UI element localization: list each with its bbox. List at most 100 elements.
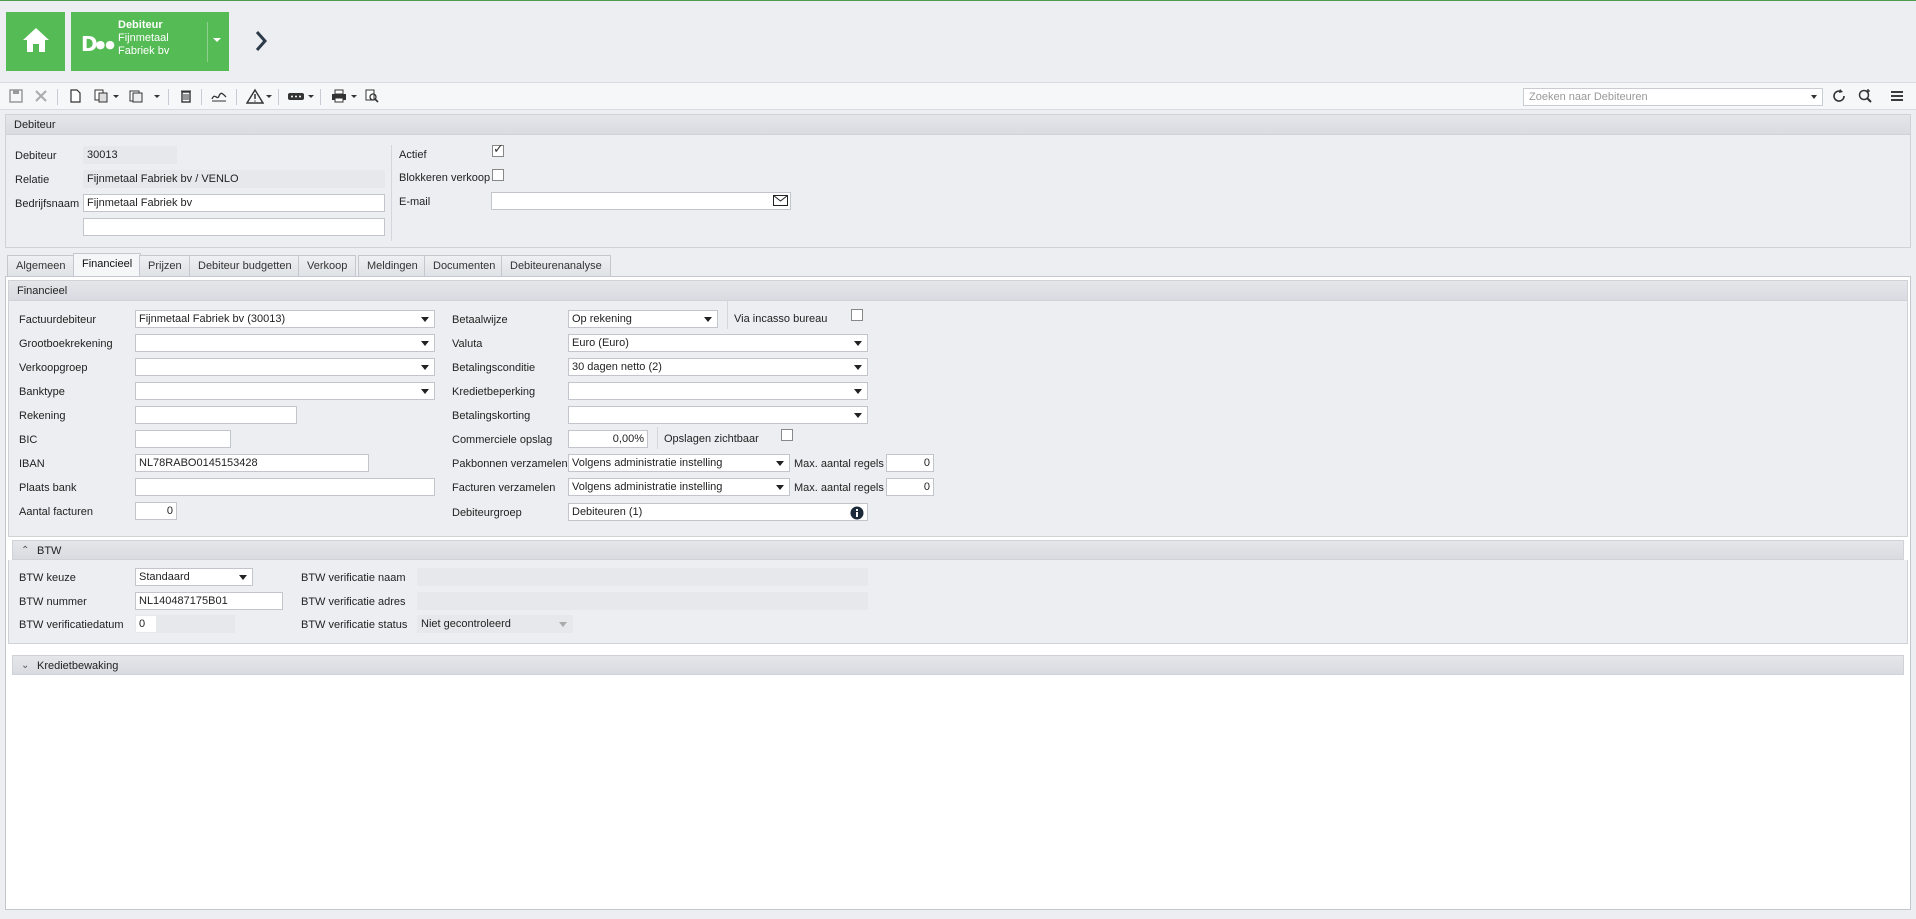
more-options-icon[interactable] (287, 88, 304, 105)
btw-nummer-input[interactable]: NL140487175B01 (135, 592, 283, 610)
new-document-icon[interactable] (67, 88, 84, 105)
banktype-label: Banktype (19, 386, 65, 398)
refresh-icon[interactable] (1831, 88, 1848, 105)
betaalwijze-select[interactable]: Op rekening (568, 310, 718, 328)
btw-verificatie-naam-label: BTW verificatie naam (301, 572, 406, 584)
print-icon[interactable] (330, 88, 347, 105)
via-incasso-checkbox[interactable] (851, 309, 863, 321)
home-button[interactable] (6, 12, 65, 71)
betalingsconditie-select[interactable]: 30 dagen netto (2) (568, 358, 868, 376)
betaalwijze-label: Betaalwijze (452, 314, 508, 326)
iban-input[interactable]: NL78RABO0145153428 (135, 454, 369, 472)
zoom-in-search-icon[interactable] (1857, 88, 1874, 105)
relatie-field[interactable]: Fijnmetaal Fabriek bv / VENLO (83, 170, 385, 188)
email-input[interactable] (491, 192, 791, 210)
commerciele-opslag-label: Commerciele opslag (452, 434, 553, 446)
relatie-label: Relatie (15, 174, 50, 186)
tab-algemeen[interactable]: Algemeen (7, 255, 75, 276)
financieel-panel: Financieel Factuurdebiteur Fijnmetaal Fa… (8, 280, 1908, 537)
bic-label: BIC (19, 434, 38, 446)
tab-content: Financieel Factuurdebiteur Fijnmetaal Fa… (5, 276, 1911, 910)
tab-verkoop[interactable]: Verkoop (298, 255, 357, 276)
bic-input[interactable] (135, 430, 231, 448)
signature-icon[interactable] (210, 88, 227, 105)
btw-verificatie-status-select: Niet gecontroleerd (417, 615, 573, 633)
plaats-bank-label: Plaats bank (19, 482, 77, 494)
chevron-down-icon[interactable] (1811, 95, 1817, 99)
tab-financieel[interactable]: Financieel (73, 253, 142, 276)
pakbonnen-verzamelen-label: Pakbonnen verzamelen (452, 458, 568, 470)
financieel-panel-title: Financieel (9, 281, 1907, 301)
rekening-label: Rekening (19, 410, 66, 422)
discard-icon[interactable] (33, 88, 50, 105)
verkoopgroep-label: Verkoopgroep (19, 362, 88, 374)
tab-meldingen[interactable]: Meldingen (358, 255, 427, 276)
chevron-down-icon[interactable] (213, 38, 221, 42)
tab-prijzen[interactable]: Prijzen (139, 255, 191, 276)
plaats-bank-input[interactable] (135, 478, 435, 496)
btw-verificatie-naam-field (417, 568, 868, 586)
btw-section-header[interactable]: ⌃ BTW (12, 540, 1904, 560)
chevron-right-icon[interactable] (254, 30, 268, 55)
tab-debiteur-budgetten[interactable]: Debiteur budgetten (189, 255, 301, 276)
btw-verificatie-adres-label: BTW verificatie adres (301, 596, 406, 608)
betalingskorting-select[interactable] (568, 406, 868, 424)
kredietbewaking-section-header[interactable]: ⌄ Kredietbewaking (12, 655, 1904, 675)
valuta-label: Valuta (452, 338, 483, 350)
top-bar: D●● Debiteur Fijnmetaal Fabriek bv (0, 0, 1916, 82)
facturen-verzamelen-select[interactable]: Volgens administratie instelling (568, 478, 790, 496)
betalingskorting-label: Betalingskorting (452, 410, 531, 422)
debiteurgroep-select[interactable]: Debiteuren (1) (568, 503, 868, 521)
search-input[interactable]: Zoeken naar Debiteuren (1523, 88, 1823, 106)
factuurdebiteur-select[interactable]: Fijnmetaal Fabriek bv (30013) (135, 310, 435, 328)
betalingsconditie-label: Betalingsconditie (452, 362, 536, 374)
btw-verificatiedatum-label: BTW verificatiedatum (19, 619, 124, 631)
bedrijfsnaam-input[interactable]: Fijnmetaal Fabriek bv (83, 194, 385, 212)
actief-label: Actief (399, 149, 427, 161)
aantal-facturen-input[interactable]: 0 (135, 502, 177, 520)
info-icon[interactable] (850, 506, 865, 520)
save-icon[interactable] (8, 88, 25, 105)
btw-verificatie-status-label: BTW verificatie status (301, 619, 408, 631)
warning-icon[interactable] (246, 88, 264, 105)
factuurdebiteur-label: Factuurdebiteur (19, 314, 97, 326)
email-label: E-mail (399, 196, 431, 208)
btw-keuze-label: BTW keuze (19, 572, 76, 584)
context-switcher[interactable]: D●● Debiteur Fijnmetaal Fabriek bv (71, 12, 229, 71)
print-preview-icon[interactable] (364, 88, 381, 105)
facturen-max-regels-input[interactable]: 0 (886, 478, 934, 496)
btw-panel: BTW keuze Standaard BTW nummer NL1404871… (8, 560, 1908, 644)
grootboekrekening-select[interactable] (135, 334, 435, 352)
verkoopgroep-select[interactable] (135, 358, 435, 376)
chevron-down-icon: ⌄ (21, 660, 30, 671)
tab-debiteurenanalyse[interactable]: Debiteurenanalyse (501, 255, 611, 276)
paste-icon[interactable] (128, 88, 145, 105)
kredietbeperking-select[interactable] (568, 382, 868, 400)
actief-checkbox[interactable] (492, 142, 504, 157)
blokkeren-verkoop-label: Blokkeren verkoop (399, 172, 491, 184)
debiteur-logo-icon: D●● (81, 32, 115, 56)
tab-documenten[interactable]: Documenten (424, 255, 505, 276)
bedrijfsnaam-2-input[interactable] (83, 218, 385, 236)
rekening-input[interactable] (135, 406, 297, 424)
copy-icon[interactable] (93, 88, 110, 105)
envelope-icon[interactable] (773, 195, 788, 209)
iban-label: IBAN (19, 458, 45, 470)
menu-icon[interactable] (1889, 88, 1906, 105)
debiteur-number-field: 30013 (83, 146, 177, 164)
debiteur-label: Debiteur (15, 150, 57, 162)
banktype-select[interactable] (135, 382, 435, 400)
blokkeren-verkoop-checkbox[interactable] (492, 169, 504, 181)
bedrijfsnaam-label: Bedrijfsnaam (15, 198, 80, 210)
via-incasso-label: Via incasso bureau (734, 313, 828, 325)
delete-icon[interactable] (178, 88, 195, 105)
pakbonnen-verzamelen-select[interactable]: Volgens administratie instelling (568, 454, 790, 472)
debiteurgroep-label: Debiteurgroep (452, 507, 522, 519)
commerciele-opslag-input[interactable]: 0,00% (568, 430, 648, 448)
valuta-select[interactable]: Euro (Euro) (568, 334, 868, 352)
kredietbewaking-section-title: Kredietbewaking (37, 660, 119, 672)
btw-keuze-select[interactable]: Standaard (135, 568, 253, 586)
pakbonnen-max-regels-input[interactable]: 0 (886, 454, 934, 472)
opslagen-zichtbaar-label: Opslagen zichtbaar (664, 433, 759, 445)
opslagen-zichtbaar-checkbox[interactable] (781, 429, 793, 441)
